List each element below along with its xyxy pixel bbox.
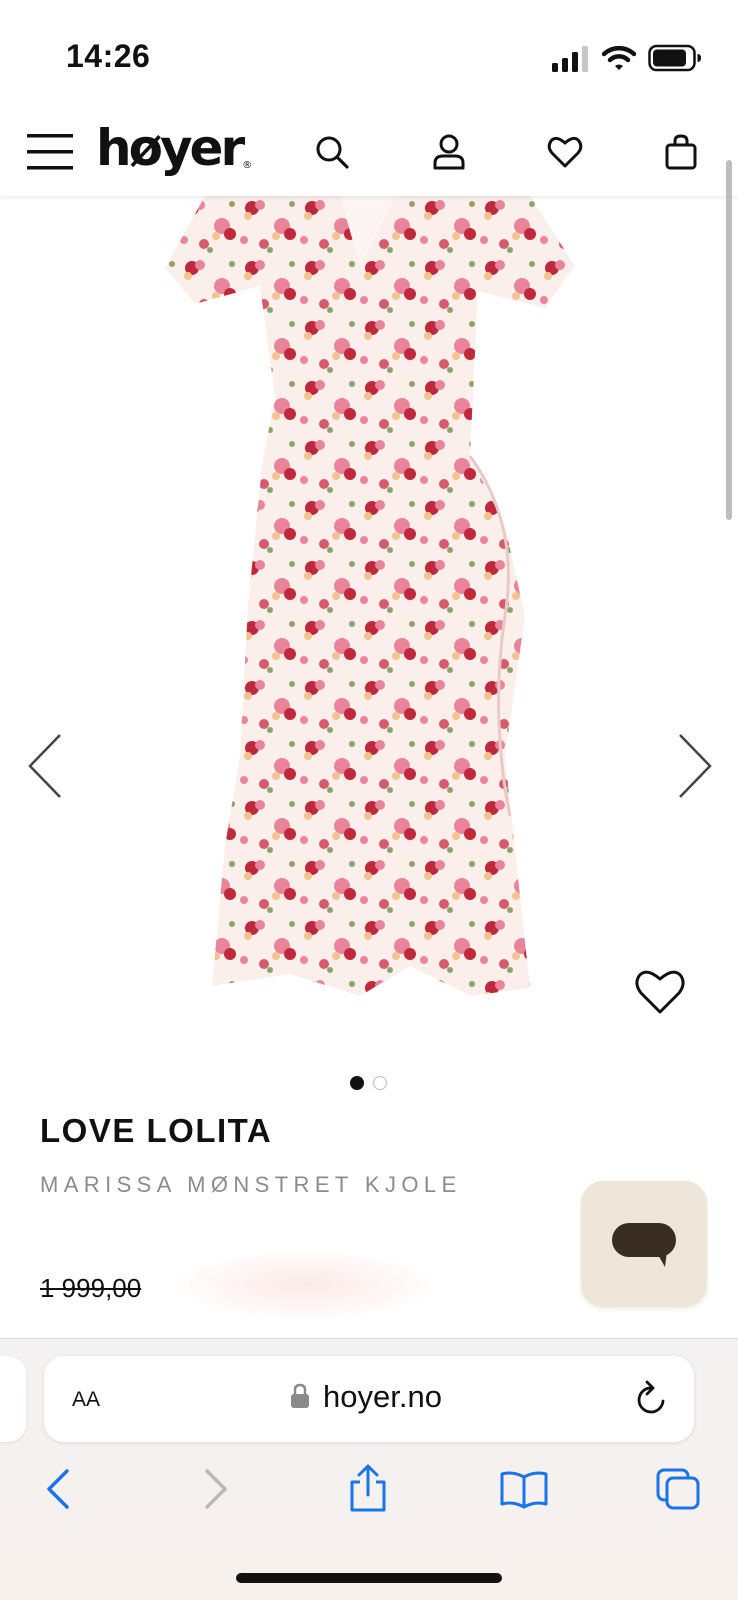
status-time: 14:26 [66, 38, 151, 74]
reload-icon[interactable] [634, 1379, 670, 1417]
home-indicator[interactable] [236, 1573, 502, 1583]
logo-text: høyer [96, 119, 245, 177]
text-size-button[interactable]: AA [72, 1381, 100, 1413]
text-size-label: AA [72, 1388, 101, 1411]
bookmarks-icon[interactable] [496, 1461, 552, 1517]
cellular-signal-icon [552, 46, 588, 72]
site-header: høyer® [0, 110, 738, 196]
logo-registered-mark: ® [242, 160, 253, 171]
search-icon[interactable] [310, 130, 354, 174]
previous-image-arrow[interactable] [22, 731, 70, 801]
chat-button[interactable] [581, 1181, 707, 1307]
share-icon[interactable] [340, 1461, 396, 1517]
product-name: MARISSA MØNSTRET KJOLE [40, 1172, 462, 1197]
pagination-dot[interactable] [373, 1076, 387, 1090]
dress-image [165, 196, 575, 996]
product-brand[interactable]: LOVE LOLITA [40, 1112, 272, 1150]
pagination-dot-active[interactable] [350, 1076, 364, 1090]
price-blur-overlay [175, 1250, 435, 1320]
product-image[interactable] [0, 196, 738, 1046]
chat-bubble-icon [612, 1223, 676, 1267]
battery-icon [648, 44, 701, 72]
browser-toolbar: AA hoyer.no [0, 1338, 738, 1600]
user-icon[interactable] [427, 130, 471, 174]
previous-tab-preview[interactable] [0, 1356, 26, 1442]
status-bar: 14:26 [0, 0, 738, 110]
wifi-icon [602, 45, 636, 70]
menu-icon[interactable] [26, 128, 74, 176]
forward-icon[interactable] [188, 1461, 244, 1517]
page-scrollbar[interactable] [726, 160, 732, 520]
site-logo[interactable]: høyer® [96, 116, 252, 180]
shopping-bag-icon[interactable] [659, 130, 703, 174]
add-to-wishlist-heart-icon[interactable] [634, 968, 686, 1016]
next-image-arrow[interactable] [670, 731, 718, 801]
original-price: 1 999,00 [40, 1273, 142, 1303]
tabs-icon[interactable] [650, 1461, 706, 1517]
heart-icon[interactable] [543, 130, 587, 174]
url-text: hoyer.no [323, 1379, 442, 1414]
back-icon[interactable] [30, 1461, 86, 1517]
address-bar[interactable]: AA hoyer.no [44, 1356, 694, 1442]
lock-icon [291, 1383, 309, 1408]
image-pagination-dots [350, 1076, 390, 1090]
